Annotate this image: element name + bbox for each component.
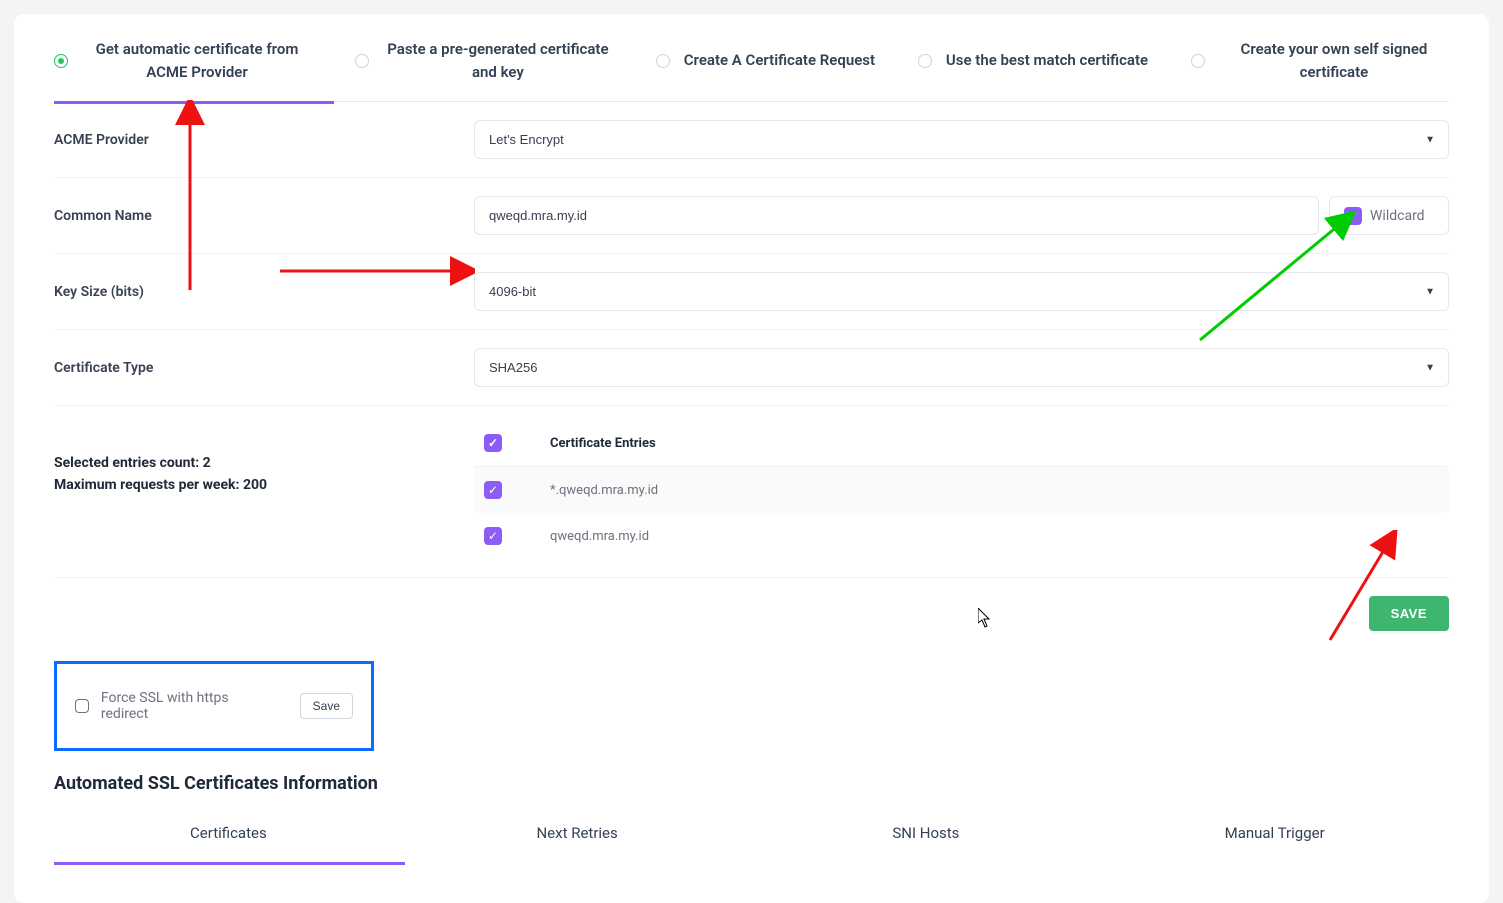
row-cert-type: Certificate Type SHA256 ▼ (54, 330, 1449, 406)
entries-table: ✓ Certificate Entries ✓ *.qweqd.mra.my.i… (474, 424, 1449, 559)
tab-csr[interactable]: Create A Certificate Request (656, 49, 875, 72)
tab-acme[interactable]: Get automatic certificate from ACME Prov… (54, 38, 312, 83)
bottom-tabs-underline (54, 862, 1449, 863)
tab-certificates[interactable]: Certificates (54, 808, 403, 862)
tab-paste[interactable]: Paste a pre-generated certificate and ke… (355, 38, 613, 83)
radio-icon (1191, 54, 1205, 68)
tab-selfsigned[interactable]: Create your own self signed certificate (1191, 38, 1449, 83)
entries-header-row: ✓ Certificate Entries (474, 424, 1449, 467)
tab-bestmatch[interactable]: Use the best match certificate (918, 49, 1148, 72)
select-key-size[interactable]: 4096-bit (474, 272, 1449, 311)
tab-label: Get automatic certificate from ACME Prov… (82, 38, 312, 83)
tab-sni-hosts[interactable]: SNI Hosts (752, 808, 1101, 862)
row-key-size: Key Size (bits) 4096-bit ▼ (54, 254, 1449, 330)
selected-count-line: Selected entries count: 2 (54, 452, 474, 474)
checkbox-checked-icon: ✓ (1344, 207, 1362, 225)
entry-row: ✓ *.qweqd.mra.my.id (474, 467, 1449, 513)
save-button[interactable]: SAVE (1369, 596, 1449, 631)
automated-ssl-section-title: Automated SSL Certificates Information (54, 773, 1449, 794)
select-all-checkbox[interactable]: ✓ (484, 434, 502, 452)
tab-active-indicator (54, 101, 334, 104)
select-acme-provider[interactable]: Let's Encrypt (474, 120, 1449, 159)
row-acme-provider: ACME Provider Let's Encrypt ▼ (54, 102, 1449, 178)
label-cert-type: Certificate Type (54, 360, 474, 376)
label-key-size: Key Size (bits) (54, 284, 474, 300)
force-ssl-checkbox[interactable] (75, 699, 89, 713)
force-ssl-label: Force SSL with https redirect (101, 690, 278, 722)
input-common-name[interactable] (474, 196, 1319, 235)
entry-domain: *.qweqd.mra.my.id (550, 483, 658, 498)
entries-summary: Selected entries count: 2 Maximum reques… (54, 424, 474, 559)
radio-icon (918, 54, 932, 68)
tab-label: Paste a pre-generated certificate and ke… (383, 38, 613, 83)
wildcard-label: Wildcard (1370, 208, 1425, 224)
entries-header-label: Certificate Entries (550, 436, 656, 451)
tab-label: Use the best match certificate (946, 49, 1148, 72)
radio-icon (54, 54, 68, 68)
tab-label: Create your own self signed certificate (1219, 38, 1449, 83)
tab-label: Create A Certificate Request (684, 49, 875, 72)
max-requests-line: Maximum requests per week: 200 (54, 474, 474, 496)
label-common-name: Common Name (54, 208, 474, 224)
entry-domain: qweqd.mra.my.id (550, 529, 649, 544)
tab-underline (54, 101, 1449, 102)
force-ssl-box: Force SSL with https redirect Save (54, 661, 374, 751)
tab-manual-trigger[interactable]: Manual Trigger (1100, 808, 1449, 862)
bottom-tab-active-indicator (54, 862, 405, 865)
cert-method-tabs: Get automatic certificate from ACME Prov… (54, 38, 1449, 101)
label-acme-provider: ACME Provider (54, 132, 474, 148)
entry-checkbox[interactable]: ✓ (484, 481, 502, 499)
save-row: SAVE (54, 578, 1449, 639)
entry-row: ✓ qweqd.mra.my.id (474, 513, 1449, 559)
entry-checkbox[interactable]: ✓ (484, 527, 502, 545)
select-cert-type[interactable]: SHA256 (474, 348, 1449, 387)
row-common-name: Common Name ✓ Wildcard (54, 178, 1449, 254)
force-ssl-save-button[interactable]: Save (300, 693, 353, 719)
ssl-settings-card: Get automatic certificate from ACME Prov… (14, 14, 1489, 903)
radio-icon (656, 54, 670, 68)
radio-icon (355, 54, 369, 68)
tab-next-retries[interactable]: Next Retries (403, 808, 752, 862)
automated-ssl-tabs: Certificates Next Retries SNI Hosts Manu… (54, 808, 1449, 862)
certificate-entries-block: Selected entries count: 2 Maximum reques… (54, 406, 1449, 578)
wildcard-toggle[interactable]: ✓ Wildcard (1329, 196, 1449, 235)
